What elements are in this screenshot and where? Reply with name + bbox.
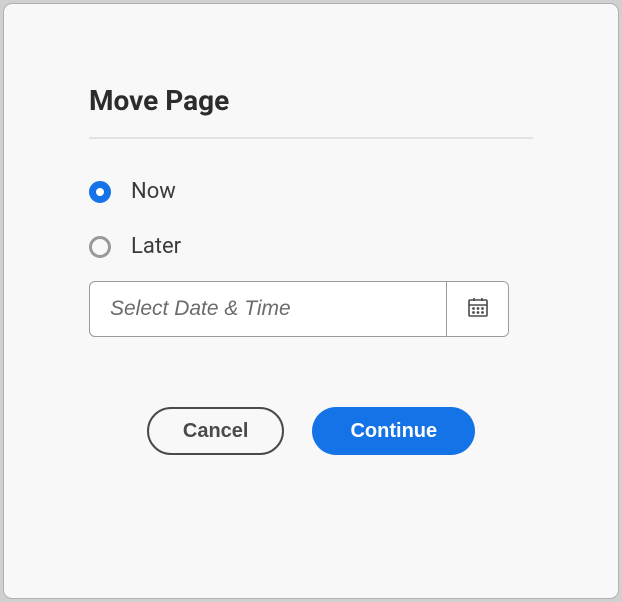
radio-label-now: Now [131,179,176,204]
continue-button[interactable]: Continue [312,407,475,455]
radio-label-later: Later [131,234,181,259]
cancel-button[interactable]: Cancel [147,407,285,455]
schedule-radio-group: Now Later [89,179,533,259]
radio-indicator [89,236,111,258]
datetime-field [89,281,509,337]
dialog-buttons: Cancel Continue [89,407,533,455]
calendar-button[interactable] [446,282,508,336]
move-page-dialog: Move Page Now Later [4,4,618,598]
datetime-input[interactable] [90,282,446,336]
dialog-title: Move Page [89,84,533,117]
radio-option-now[interactable]: Now [89,179,533,204]
calendar-icon [466,295,490,323]
divider [89,137,533,139]
radio-indicator [89,181,111,203]
radio-dot [96,188,104,196]
radio-option-later[interactable]: Later [89,234,533,259]
